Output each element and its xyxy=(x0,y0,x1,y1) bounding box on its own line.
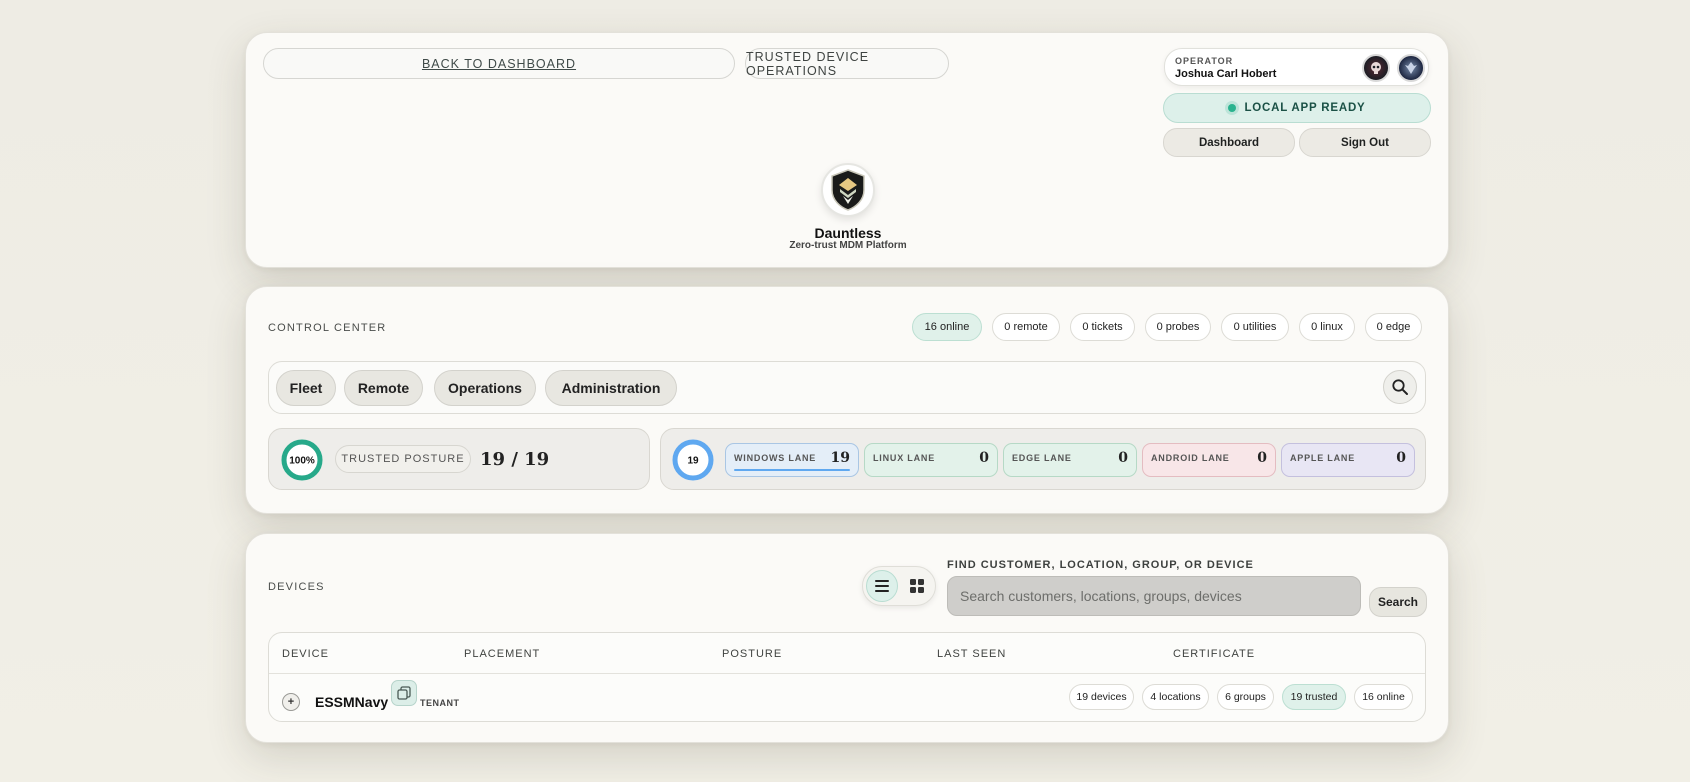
control-center-card: CONTROL CENTER 16 online 0 remote 0 tick… xyxy=(245,286,1449,514)
search-input[interactable] xyxy=(947,576,1361,616)
online-count-pill[interactable]: 16 online xyxy=(1354,684,1413,710)
grid-view-button[interactable] xyxy=(901,570,933,602)
tenant-tag: TENANT xyxy=(420,698,460,708)
lane-linux[interactable]: LINUX LANE 0 xyxy=(864,443,998,477)
stat-remote[interactable]: 0 remote xyxy=(992,313,1060,341)
local-app-ready-status: LOCAL APP READY xyxy=(1163,93,1431,123)
column-header-last-seen[interactable]: LAST SEEN xyxy=(937,648,1006,660)
brand-logo xyxy=(821,163,875,217)
trusted-device-operations-pill[interactable]: TRUSTED DEVICE OPERATIONS xyxy=(745,48,949,79)
dashboard-button[interactable]: Dashboard xyxy=(1163,128,1295,157)
lane-edge[interactable]: EDGE LANE 0 xyxy=(1003,443,1137,477)
device-table: DEVICE PLACEMENT POSTURE LAST SEEN CERTI… xyxy=(268,632,1426,722)
lane-value: 19 xyxy=(830,450,850,466)
copy-icon xyxy=(397,686,411,700)
stat-utilities[interactable]: 0 utilities xyxy=(1221,313,1289,341)
lane-value: 0 xyxy=(1396,450,1406,466)
locations-count-pill[interactable]: 4 locations xyxy=(1142,684,1209,710)
lane-label: APPLE LANE xyxy=(1290,453,1356,463)
stat-edge[interactable]: 0 edge xyxy=(1365,313,1422,341)
devices-card: DEVICES FIND CUSTOMER, LOCATION, GROUP, … xyxy=(245,533,1449,743)
control-center-label: CONTROL CENTER xyxy=(268,322,387,334)
tab-remote[interactable]: Remote xyxy=(344,370,423,406)
lane-apple[interactable]: APPLE LANE 0 xyxy=(1281,443,1415,477)
device-lanes-panel: 19 WINDOWS LANE 19 LINUX LANE 0 EDGE LAN… xyxy=(660,428,1426,490)
lane-value: 0 xyxy=(1257,450,1267,466)
lanes-total: 19 xyxy=(687,456,699,467)
devices-label: DEVICES xyxy=(268,581,325,593)
trusted-posture-panel: 100% TRUSTED POSTURE 19 / 19 xyxy=(268,428,650,490)
operator-avatar[interactable] xyxy=(1362,54,1390,82)
lane-label: EDGE LANE xyxy=(1012,453,1072,463)
nav-search-button[interactable] xyxy=(1383,370,1417,404)
lane-android[interactable]: ANDROID LANE 0 xyxy=(1142,443,1276,477)
skull-icon xyxy=(1371,62,1381,74)
lane-windows[interactable]: WINDOWS LANE 19 xyxy=(725,443,859,477)
control-nav-bar: Fleet Remote Operations Administration xyxy=(268,361,1426,414)
stat-tickets[interactable]: 0 tickets xyxy=(1070,313,1135,341)
column-header-device[interactable]: DEVICE xyxy=(282,648,329,660)
operator-label: OPERATOR xyxy=(1175,56,1234,66)
view-toggle xyxy=(862,566,936,606)
tenant-name[interactable]: ESSMNavy xyxy=(315,694,388,710)
grid-icon xyxy=(910,579,924,593)
brand-tagline: Zero-trust MDM Platform xyxy=(789,240,907,251)
operator-box: OPERATOR Joshua Carl Hobert xyxy=(1164,48,1429,86)
devices-count-pill[interactable]: 19 devices xyxy=(1069,684,1134,710)
header-card: BACK TO DASHBOARD TRUSTED DEVICE OPERATI… xyxy=(245,32,1449,268)
stat-online[interactable]: 16 online xyxy=(912,313,982,341)
tab-administration[interactable]: Administration xyxy=(545,370,677,406)
table-header: DEVICE PLACEMENT POSTURE LAST SEEN CERTI… xyxy=(269,633,1425,674)
operator-name: Joshua Carl Hobert xyxy=(1175,68,1277,80)
organization-avatar[interactable] xyxy=(1397,54,1425,82)
posture-percent: 100% xyxy=(289,456,315,467)
lane-label: ANDROID LANE xyxy=(1151,453,1230,463)
groups-count-pill[interactable]: 6 groups xyxy=(1217,684,1274,710)
search-label: FIND CUSTOMER, LOCATION, GROUP, OR DEVIC… xyxy=(947,559,1254,571)
search-icon xyxy=(1392,379,1408,395)
lane-progress-bar xyxy=(734,469,850,471)
list-icon xyxy=(875,580,889,592)
lane-label: LINUX LANE xyxy=(873,453,935,463)
lane-value: 0 xyxy=(979,450,989,466)
stat-linux[interactable]: 0 linux xyxy=(1299,313,1355,341)
status-text: LOCAL APP READY xyxy=(1244,102,1366,114)
posture-progress-ring: 100% xyxy=(281,439,323,481)
back-to-dashboard-link[interactable]: BACK TO DASHBOARD xyxy=(263,48,735,79)
expand-row-button[interactable]: + xyxy=(282,693,300,711)
trusted-posture-label: TRUSTED POSTURE xyxy=(335,445,471,473)
tab-operations[interactable]: Operations xyxy=(434,370,536,406)
shield-logo-icon xyxy=(831,169,865,211)
lanes-total-ring: 19 xyxy=(672,439,714,481)
status-dot-icon xyxy=(1228,104,1237,112)
brand-name: Dauntless xyxy=(814,225,882,241)
stat-probes[interactable]: 0 probes xyxy=(1145,313,1211,341)
tab-fleet[interactable]: Fleet xyxy=(276,370,336,406)
search-button[interactable]: Search xyxy=(1369,587,1427,617)
tenant-copy-icon[interactable] xyxy=(391,680,417,706)
column-header-posture[interactable]: POSTURE xyxy=(722,648,782,660)
column-header-certificate[interactable]: CERTIFICATE xyxy=(1173,648,1255,660)
sign-out-button[interactable]: Sign Out xyxy=(1299,128,1431,157)
eagle-emblem-icon xyxy=(1405,62,1417,74)
column-header-placement[interactable]: PLACEMENT xyxy=(464,648,540,660)
trusted-count-pill[interactable]: 19 trusted xyxy=(1282,684,1346,710)
table-row[interactable]: + ESSMNavy TENANT 19 devices 4 locations… xyxy=(269,675,1425,721)
lane-value: 0 xyxy=(1118,450,1128,466)
posture-count: 19 / 19 xyxy=(480,449,550,470)
lane-label: WINDOWS LANE xyxy=(734,453,817,463)
list-view-button[interactable] xyxy=(866,570,898,602)
